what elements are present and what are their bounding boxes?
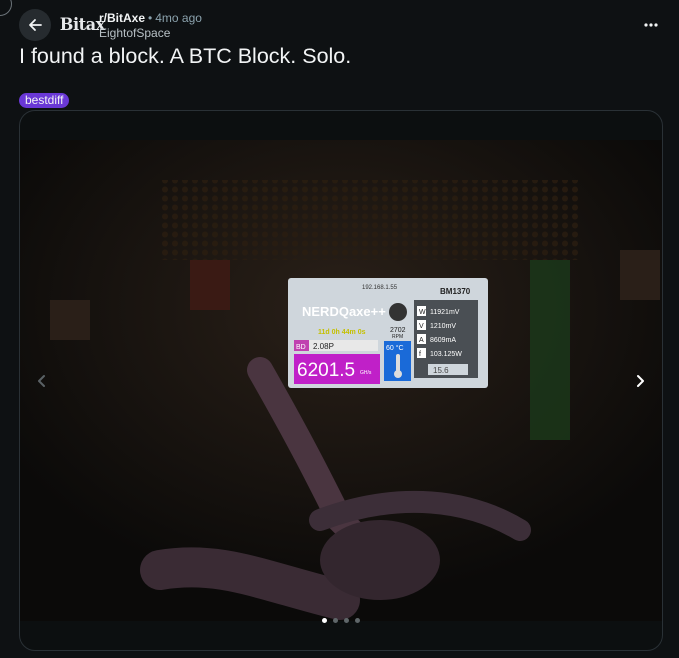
post-header: Bitax r/BitAxe • 4mo ago EightofSpace [19, 9, 667, 41]
gallery-next-button[interactable] [622, 363, 658, 399]
device-best-diff: 2.08P [313, 342, 334, 351]
post-title: I found a block. A BTC Block. Solo. [19, 44, 352, 68]
post-meta: r/BitAxe • 4mo ago EightofSpace [99, 11, 202, 40]
window-corner-indicator [0, 0, 12, 16]
chevron-right-icon [637, 375, 644, 387]
device-uptime: 11d 0h 44m 0s [318, 329, 366, 336]
device-temp: 60 °C [386, 344, 404, 352]
gallery-pagination [20, 618, 662, 623]
device-stat-tag: f [419, 351, 421, 358]
device-bd-label: BD [296, 344, 306, 351]
gallery-dot[interactable] [322, 618, 327, 623]
gallery-dot[interactable] [355, 618, 360, 623]
device-stat-value: 8609mA [430, 337, 456, 344]
gallery-prev-button[interactable] [24, 363, 60, 399]
device-percent: 15.6 [433, 366, 449, 375]
post-time: 4mo ago [155, 11, 202, 25]
more-options-icon [644, 23, 658, 27]
back-button[interactable] [19, 9, 51, 41]
device-chip: BM1370 [440, 287, 471, 296]
gallery-dot[interactable] [333, 618, 338, 623]
device-stat-tag: A [419, 337, 424, 344]
post-flair[interactable]: bestdiff [19, 93, 70, 108]
device-stat-tag: W [419, 309, 426, 316]
device-ip: 192.168.1.55 [362, 285, 398, 291]
meta-separator: • [148, 11, 153, 25]
device-fan-unit: RPM [392, 334, 403, 340]
subreddit-link[interactable]: r/BitAxe [99, 11, 145, 25]
device-fan-rpm: 2702 [390, 327, 406, 334]
back-arrow-icon [29, 19, 42, 31]
device-screen: 192.168.1.55 BM1370 NERDQaxe++ 11d 0h 44… [288, 278, 488, 388]
device-stat-value: 11921mV [430, 309, 460, 316]
device-stat-tag: V [419, 323, 424, 330]
chevron-left-icon [38, 375, 45, 387]
media-gallery[interactable]: 192.168.1.55 BM1370 NERDQaxe++ 11d 0h 44… [19, 110, 663, 651]
device-hashrate: 6201.5 [297, 360, 355, 381]
device-hashrate-unit: GH/s [360, 370, 372, 376]
device-stat-value: 103.125W [430, 351, 462, 358]
gallery-photo[interactable]: 192.168.1.55 BM1370 NERDQaxe++ 11d 0h 44… [20, 140, 662, 621]
author-link[interactable]: EightofSpace [99, 26, 202, 40]
subreddit-avatar[interactable]: Bitax [60, 13, 105, 37]
more-options-button[interactable] [635, 9, 667, 41]
device-brand: NERDQaxe++ [302, 304, 386, 319]
gallery-dot[interactable] [344, 618, 349, 623]
device-stat-value: 1210mV [430, 323, 456, 330]
